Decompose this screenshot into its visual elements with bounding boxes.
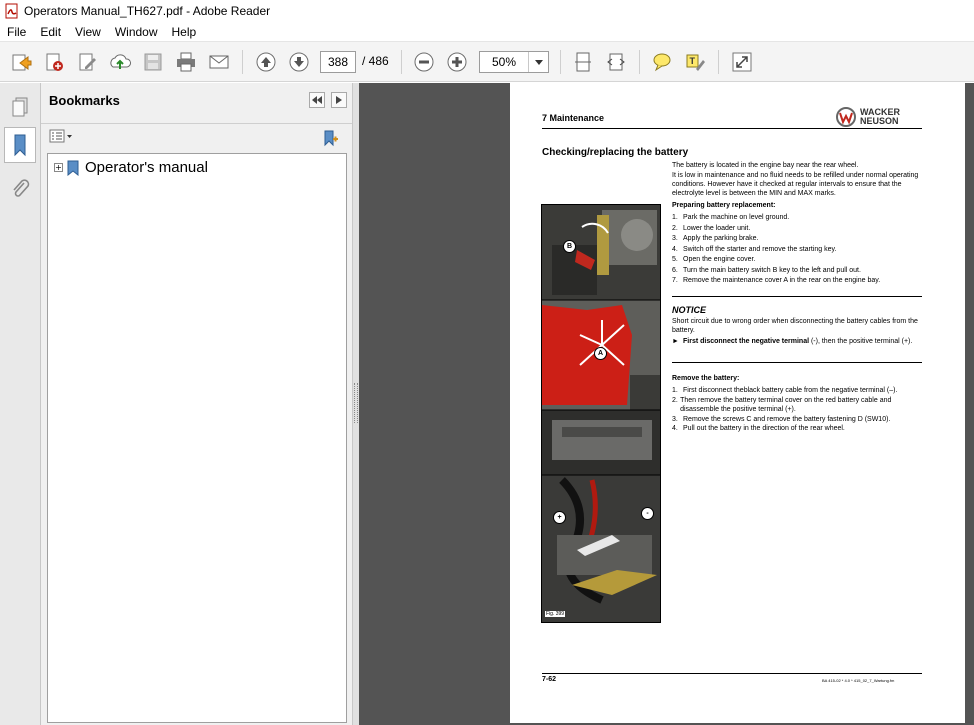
create-pdf-icon[interactable] xyxy=(41,49,67,75)
page-number-label: 7-62 xyxy=(542,676,557,683)
wacker-logo-icon xyxy=(836,107,856,127)
menu-edit[interactable]: Edit xyxy=(33,25,68,39)
callout-plus: + xyxy=(553,511,566,524)
section-title: Checking/replacing the battery xyxy=(542,147,689,158)
bookmarks-header: Bookmarks xyxy=(41,83,352,121)
figure-label: Fig. 399 xyxy=(545,611,566,617)
adobe-reader-icon xyxy=(5,3,18,19)
page-number-input[interactable]: 388 xyxy=(320,51,356,73)
toolbar: 388 / 486 50% T xyxy=(0,42,974,82)
wacker-neuson-logo: WACKER NEUSON xyxy=(836,107,900,127)
battery-photo-collage xyxy=(542,205,660,622)
page-total: / 486 xyxy=(362,54,389,68)
list-item: 1. Park the machine on level ground. xyxy=(672,214,790,221)
logo-text: WACKER NEUSON xyxy=(860,108,900,126)
bookmark-label: Operator's manual xyxy=(85,159,208,176)
toolbar-separator xyxy=(401,50,402,74)
footer-reference: BA 415-02 * 4.0 * 415_02_7_Wartung.fm xyxy=(822,678,895,683)
attachments-icon[interactable] xyxy=(4,171,36,207)
new-bookmark-icon[interactable] xyxy=(322,129,340,150)
bookmark-icon xyxy=(67,160,79,176)
title-bar: Operators Manual_TH627.pdf - Adobe Reade… xyxy=(0,0,974,22)
notice-text: Short circuit due to wrong order when di… xyxy=(672,318,918,334)
highlight-icon[interactable]: T xyxy=(682,49,708,75)
list-item: 3. Remove the screws C and remove the bat… xyxy=(672,415,891,423)
document-view[interactable]: 7 Maintenance WACKER NEUSON Checking/rep… xyxy=(359,83,974,725)
prep-steps-list: 1. Park the machine on level ground. 2. Lo… xyxy=(672,213,922,287)
pdf-page: 7 Maintenance WACKER NEUSON Checking/rep… xyxy=(510,83,965,723)
previous-page-icon[interactable] xyxy=(253,49,279,75)
expand-icon[interactable] xyxy=(729,49,755,75)
menu-help[interactable]: Help xyxy=(165,25,204,39)
fit-width-icon[interactable] xyxy=(603,49,629,75)
save-icon[interactable] xyxy=(140,49,166,75)
zoom-select[interactable]: 50% xyxy=(479,51,549,73)
footer-rule xyxy=(542,673,922,674)
notice-rule-top xyxy=(672,296,922,297)
comment-icon[interactable] xyxy=(649,49,675,75)
chapter-heading: 7 Maintenance xyxy=(542,113,605,123)
list-item: 1. First disconnect theblack battery cabl… xyxy=(672,387,898,394)
zoom-in-icon[interactable] xyxy=(444,49,470,75)
intro-text-1: The battery is located in the engine bay… xyxy=(672,162,859,169)
callout-b: B xyxy=(563,240,576,253)
bookmark-item-operators-manual[interactable]: + Operator's manual xyxy=(54,159,208,176)
callout-minus: - xyxy=(641,507,654,520)
toolbar-separator xyxy=(718,50,719,74)
zoom-value: 50% xyxy=(491,55,517,69)
bookmarks-panel: Bookmarks + Operator's manual xyxy=(41,83,353,725)
prep-heading: Preparing battery replacement: xyxy=(672,202,776,209)
remove-steps-list: 1. First disconnect theblack battery cabl… xyxy=(672,386,922,434)
chevron-down-icon[interactable] xyxy=(528,52,548,72)
svg-text:T: T xyxy=(690,56,696,66)
collapse-panel-icon[interactable] xyxy=(309,92,325,108)
bookmarks-tree: + Operator's manual xyxy=(47,153,347,723)
battery-figure: B A + - C D Fig. 399 xyxy=(541,204,661,623)
open-icon[interactable] xyxy=(8,49,34,75)
splitter-grip[interactable] xyxy=(354,383,358,423)
list-item: 2. Then remove the battery terminal cover… xyxy=(672,396,892,414)
notice-rule-bottom xyxy=(672,362,922,363)
header-rule xyxy=(542,128,922,129)
panel-options-icon[interactable] xyxy=(331,92,347,108)
expand-toggle[interactable]: + xyxy=(54,163,63,172)
bookmark-options-icon[interactable] xyxy=(49,129,73,143)
print-icon[interactable] xyxy=(173,49,199,75)
menu-bar: File Edit View Window Help xyxy=(0,22,974,42)
toolbar-separator xyxy=(639,50,640,74)
window-title: Operators Manual_TH627.pdf - Adobe Reade… xyxy=(24,4,271,18)
page-thumbnails-icon[interactable] xyxy=(4,89,36,125)
menu-view[interactable]: View xyxy=(68,25,108,39)
zoom-out-icon[interactable] xyxy=(411,49,437,75)
list-item: 4. Pull out the battery in the direction … xyxy=(672,425,845,432)
list-item: 4. Switch off the starter and remove the … xyxy=(672,245,837,253)
notice-action: ► First disconnect the negative terminal… xyxy=(672,338,913,345)
list-item: 3. Apply the parking brake. xyxy=(672,235,759,242)
bookmarks-title: Bookmarks xyxy=(49,93,120,108)
bookmarks-toolbar xyxy=(41,123,352,151)
menu-file[interactable]: File xyxy=(0,25,33,39)
edit-pdf-icon[interactable] xyxy=(74,49,100,75)
logo-line-2: NEUSON xyxy=(860,116,899,126)
cloud-upload-icon[interactable] xyxy=(107,49,133,75)
navigation-pane-strip xyxy=(0,83,41,725)
email-icon[interactable] xyxy=(206,49,232,75)
toolbar-separator xyxy=(560,50,561,74)
fit-page-icon[interactable] xyxy=(570,49,596,75)
intro-text-2: It is low in maintenance and no fluid ne… xyxy=(672,172,919,197)
list-item: 7. Remove the maintenance cover A in the … xyxy=(672,277,881,284)
callout-a: A xyxy=(594,347,607,360)
menu-window[interactable]: Window xyxy=(108,25,165,39)
toolbar-separator xyxy=(242,50,243,74)
remove-heading: Remove the battery: xyxy=(672,375,740,382)
bookmarks-icon[interactable] xyxy=(4,127,36,163)
list-item: 2. Lower the loader unit. xyxy=(672,224,751,232)
notice-title: NOTICE xyxy=(672,305,707,315)
list-item: 6. Turn the main battery switch B key to … xyxy=(672,266,861,274)
list-item: 5. Open the engine cover. xyxy=(672,256,756,263)
next-page-icon[interactable] xyxy=(286,49,312,75)
